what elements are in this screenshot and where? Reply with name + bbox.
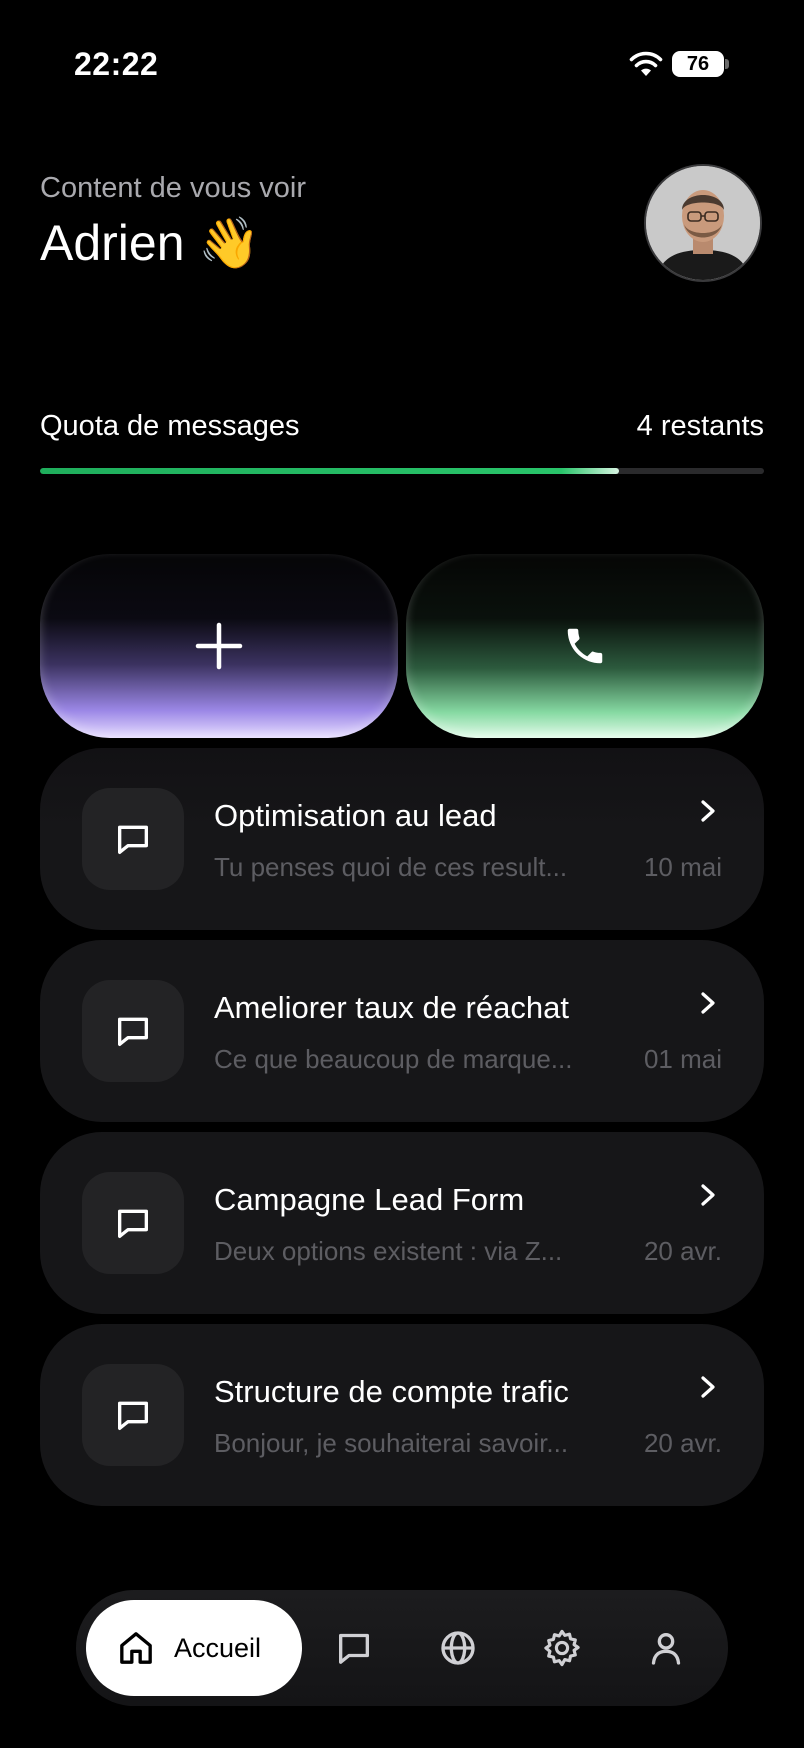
chat-bubble-icon bbox=[118, 825, 148, 854]
plus-icon bbox=[195, 622, 243, 670]
home-icon bbox=[120, 1632, 152, 1664]
new-chat-button[interactable] bbox=[40, 554, 398, 738]
chat-bubble-icon bbox=[118, 1017, 148, 1046]
conversation-card[interactable]: Structure de compte trafic Bonjour, je s… bbox=[40, 1324, 764, 1506]
conversation-title: Optimisation au lead bbox=[214, 798, 497, 833]
conversation-icon-box bbox=[82, 1364, 184, 1466]
chat-bubble-icon bbox=[118, 1209, 148, 1238]
conversation-icon-box bbox=[82, 788, 184, 890]
chevron-right-icon bbox=[701, 1184, 715, 1206]
chevron-right-icon bbox=[701, 800, 715, 822]
avatar-photo-icon bbox=[646, 166, 760, 280]
user-icon bbox=[651, 1633, 681, 1665]
greeting-subtitle: Content de vous voir bbox=[40, 172, 306, 204]
user-name: Adrien 👋 bbox=[40, 215, 261, 271]
conversation-preview: Bonjour, je souhaiterai savoir... bbox=[214, 1428, 569, 1458]
avatar[interactable] bbox=[644, 164, 762, 282]
conversation-icon-box bbox=[82, 1172, 184, 1274]
conversation-title: Campagne Lead Form bbox=[214, 1182, 525, 1217]
status-time: 22:22 bbox=[74, 46, 159, 82]
chevron-right-icon bbox=[701, 992, 715, 1014]
conversation-icon-box bbox=[82, 980, 184, 1082]
status-bar: 22:22 76 bbox=[0, 0, 804, 130]
nav-profile-tab[interactable] bbox=[638, 1620, 694, 1676]
conversation-preview: Deux options existent : via Z... bbox=[214, 1236, 563, 1266]
wifi-icon bbox=[629, 51, 663, 76]
conversation-title: Ameliorer taux de réachat bbox=[214, 990, 569, 1025]
chat-bubble-icon bbox=[118, 1401, 148, 1430]
quota-remaining: 4 restants bbox=[636, 410, 764, 442]
conversation-card[interactable]: Optimisation au lead Tu penses quoi de c… bbox=[40, 748, 764, 930]
nav-settings-tab[interactable] bbox=[534, 1620, 590, 1676]
battery-indicator: 76 bbox=[672, 51, 724, 77]
conversation-date: 10 mai bbox=[643, 852, 722, 882]
gear-icon bbox=[544, 1629, 580, 1667]
phone-icon bbox=[567, 628, 603, 664]
conversation-date: 20 avr. bbox=[643, 1236, 722, 1266]
quota-progress-fill bbox=[40, 468, 620, 474]
quota-progress-bar bbox=[40, 468, 764, 474]
chevron-right-icon bbox=[701, 1376, 715, 1398]
quota-label: Quota de messages bbox=[40, 410, 300, 442]
bottom-nav: Accueil bbox=[76, 1590, 728, 1706]
nav-home-label: Accueil bbox=[174, 1632, 262, 1663]
conversation-preview: Tu penses quoi de ces result... bbox=[214, 852, 568, 882]
conversation-title: Structure de compte trafic bbox=[214, 1374, 569, 1409]
conversation-date: 01 mai bbox=[643, 1044, 722, 1074]
nav-chat-tab[interactable] bbox=[326, 1620, 382, 1676]
conversation-card[interactable]: Campagne Lead Form Deux options existent… bbox=[40, 1132, 764, 1314]
chat-icon bbox=[339, 1633, 369, 1664]
battery-icon bbox=[725, 59, 729, 69]
conversation-card[interactable]: Ameliorer taux de réachat Ce que beaucou… bbox=[40, 940, 764, 1122]
call-button[interactable] bbox=[406, 554, 764, 738]
conversation-preview: Ce que beaucoup de marque... bbox=[214, 1044, 573, 1074]
nav-home-tab[interactable]: Accueil bbox=[86, 1600, 302, 1696]
nav-globe-tab[interactable] bbox=[430, 1620, 486, 1676]
globe-icon bbox=[441, 1631, 475, 1665]
conversation-date: 20 avr. bbox=[643, 1428, 722, 1458]
